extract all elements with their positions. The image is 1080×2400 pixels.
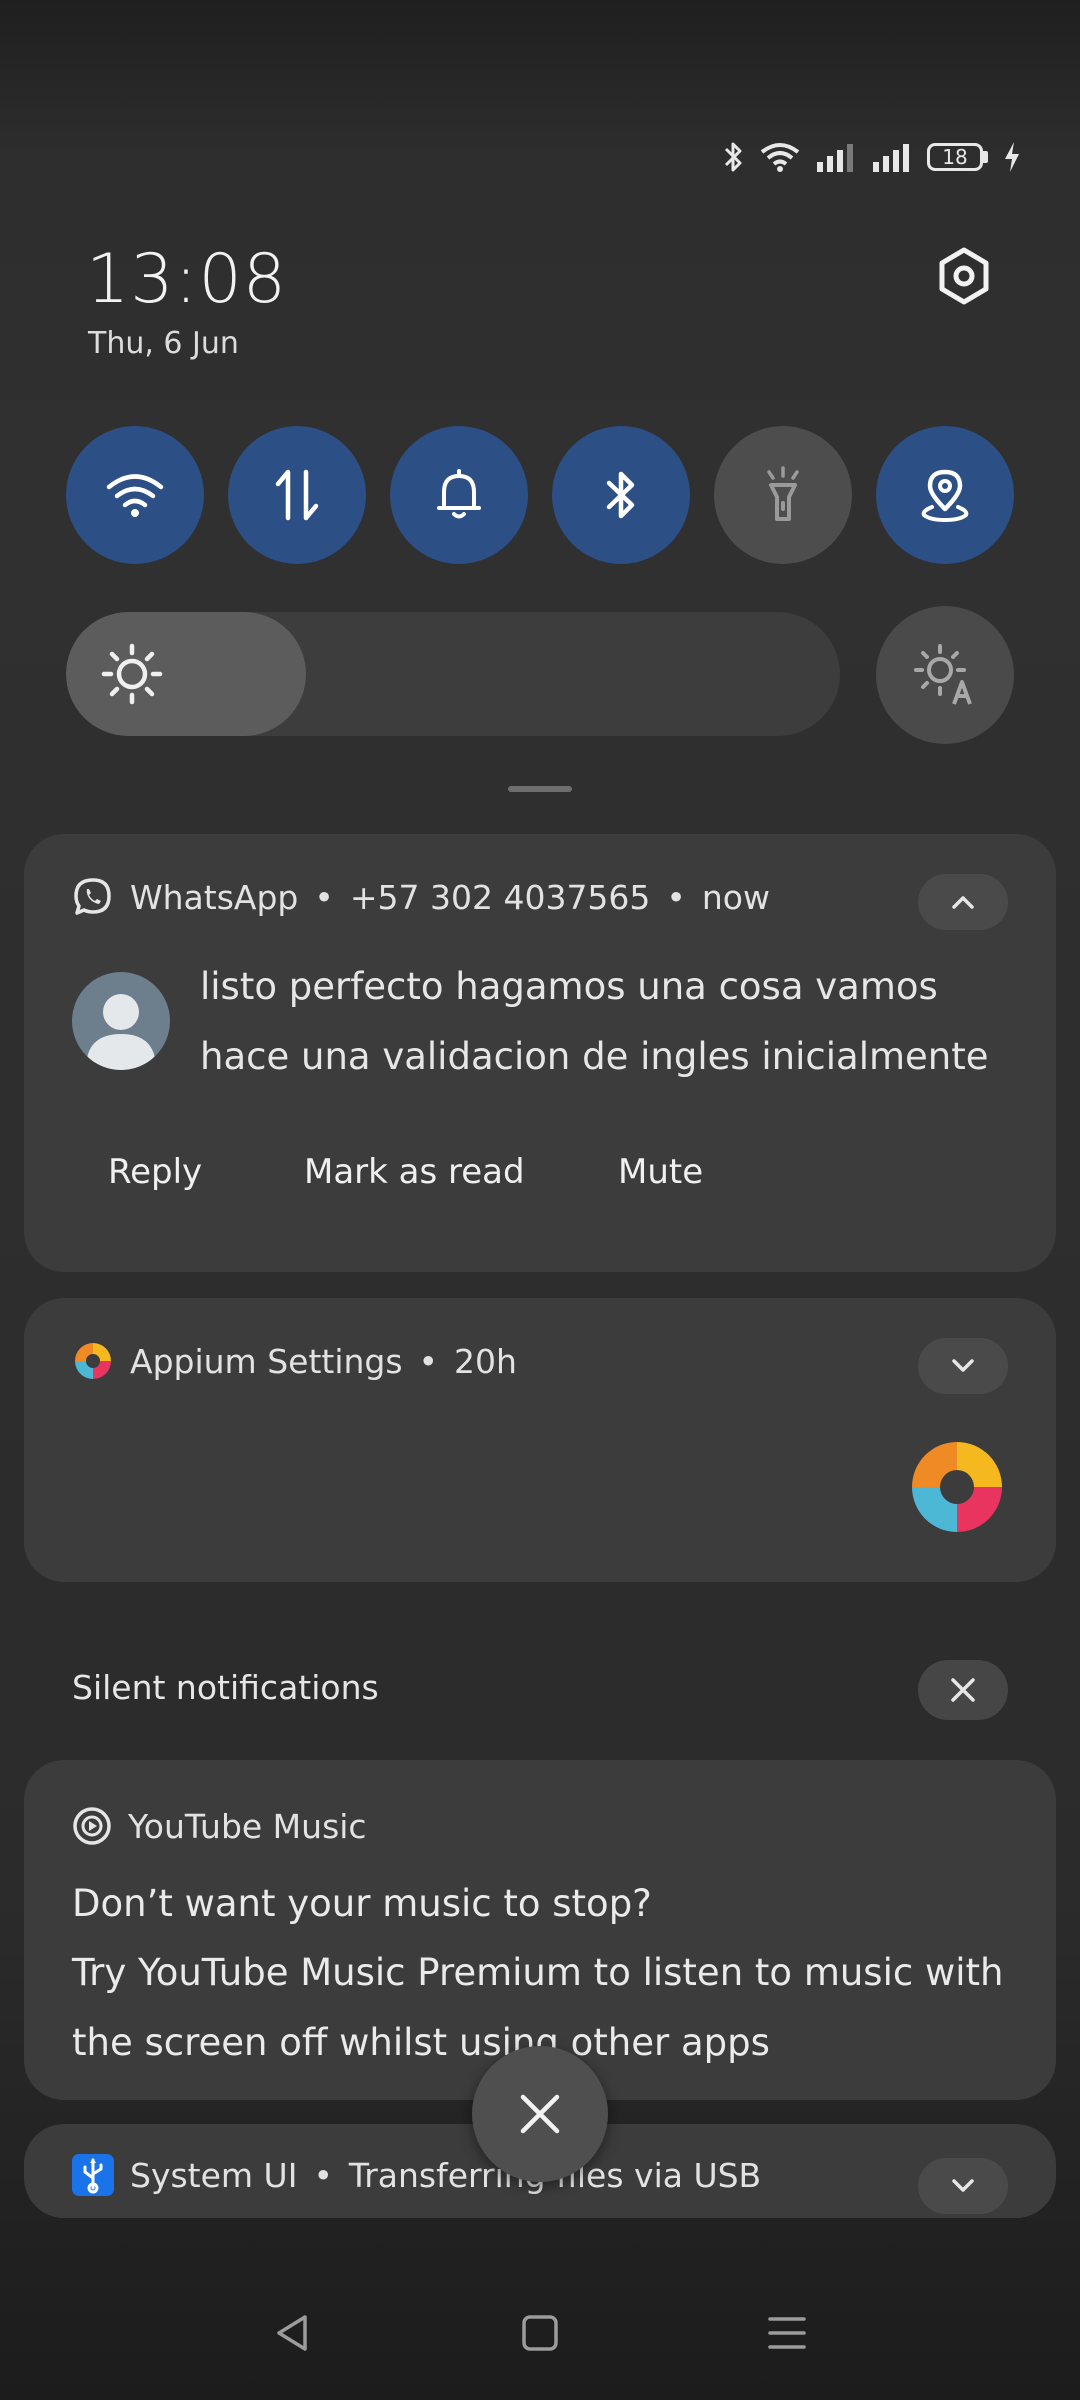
- charging-icon: [1005, 142, 1019, 172]
- data-arrows-icon: [275, 469, 319, 521]
- expand-button[interactable]: [918, 1338, 1008, 1394]
- auto-brightness-icon: [914, 644, 972, 705]
- auto-brightness-button[interactable]: [876, 606, 1014, 744]
- notification-title: Don’t want your music to stop?: [72, 1882, 652, 1925]
- home-button[interactable]: [518, 2311, 562, 2359]
- tile-sound[interactable]: [390, 426, 528, 564]
- signal-icon: [873, 144, 909, 172]
- silent-notifications-heading: Silent notifications: [72, 1668, 379, 1707]
- separator: •: [314, 877, 334, 917]
- usb-icon: [72, 2154, 114, 2196]
- flashlight-icon: [767, 466, 799, 521]
- recents-button[interactable]: [765, 2311, 809, 2359]
- app-name: YouTube Music: [128, 1806, 367, 1846]
- tile-location[interactable]: [876, 426, 1014, 564]
- bell-icon: [437, 469, 481, 519]
- wifi-icon: [106, 474, 164, 517]
- mark-as-read-button[interactable]: Mark as read: [304, 1152, 525, 1192]
- location-icon: [921, 469, 969, 523]
- chevron-down-icon: [952, 2179, 974, 2192]
- tile-flashlight[interactable]: [714, 426, 852, 564]
- menu-icon: [767, 2317, 806, 2349]
- panel-drag-handle[interactable]: [508, 786, 572, 792]
- chevron-down-icon: [952, 1359, 974, 1372]
- whatsapp-icon: [74, 878, 111, 915]
- back-icon: [277, 2315, 308, 2351]
- appium-logo-icon: [912, 1442, 1002, 1532]
- battery-indicator: 18: [927, 143, 988, 171]
- collapse-button[interactable]: [918, 874, 1008, 930]
- quick-settings-tiles: [66, 426, 1014, 564]
- tile-wifi[interactable]: [66, 426, 204, 564]
- sun-icon: [101, 643, 163, 705]
- signal-icon: [817, 144, 853, 172]
- clear-all-button[interactable]: [472, 2046, 608, 2182]
- notification-whatsapp[interactable]: WhatsApp • +57 302 4037565 • now listo p…: [24, 834, 1056, 1272]
- person-icon: [87, 994, 155, 1070]
- notification-appium[interactable]: Appium Settings • 20h: [24, 1298, 1056, 1582]
- sender: +57 302 4037565: [349, 877, 651, 917]
- youtube-music-icon: [73, 1807, 111, 1845]
- home-icon: [522, 2315, 558, 2351]
- clock[interactable]: 13:08: [86, 240, 287, 319]
- brightness-slider[interactable]: [66, 612, 840, 736]
- timestamp: 20h: [454, 1341, 517, 1381]
- clear-silent-button[interactable]: [918, 1660, 1008, 1720]
- status-bar: 18: [723, 140, 1022, 174]
- separator: •: [666, 877, 686, 917]
- battery-level: 18: [927, 143, 983, 171]
- notification-header: Appium Settings • 20h: [72, 1340, 517, 1382]
- separator: •: [313, 2155, 333, 2195]
- mute-button[interactable]: Mute: [618, 1152, 703, 1192]
- app-name: Appium Settings: [130, 1341, 403, 1381]
- reply-button[interactable]: Reply: [108, 1152, 202, 1192]
- timestamp: now: [701, 877, 770, 917]
- tile-mobile-data[interactable]: [228, 426, 366, 564]
- date[interactable]: Thu, 6 Jun: [88, 326, 239, 361]
- close-icon: [520, 2094, 560, 2134]
- settings-icon: [939, 247, 989, 305]
- avatar: [72, 972, 170, 1070]
- close-icon: [951, 1678, 975, 1702]
- bluetooth-icon: [606, 471, 635, 519]
- notification-header: System UI • Transferring files via USB: [72, 2154, 761, 2196]
- message-text: listo perfecto hagamos una cosa vamos ha…: [200, 965, 989, 1078]
- app-name: System UI: [130, 2155, 298, 2195]
- app-name: WhatsApp: [130, 877, 299, 917]
- appium-icon: [75, 1343, 111, 1379]
- notification-header: YouTube Music: [72, 1806, 367, 1846]
- tile-bluetooth[interactable]: [552, 426, 690, 564]
- settings-button[interactable]: [934, 246, 994, 306]
- bluetooth-icon: [724, 142, 742, 172]
- navigation-bar: [0, 2270, 1080, 2400]
- wifi-icon: [760, 143, 800, 172]
- notification-header: WhatsApp • +57 302 4037565 • now: [72, 876, 770, 918]
- chevron-up-icon: [952, 896, 974, 909]
- expand-button[interactable]: [918, 2158, 1008, 2214]
- back-button[interactable]: [271, 2311, 315, 2359]
- separator: •: [418, 1341, 439, 1381]
